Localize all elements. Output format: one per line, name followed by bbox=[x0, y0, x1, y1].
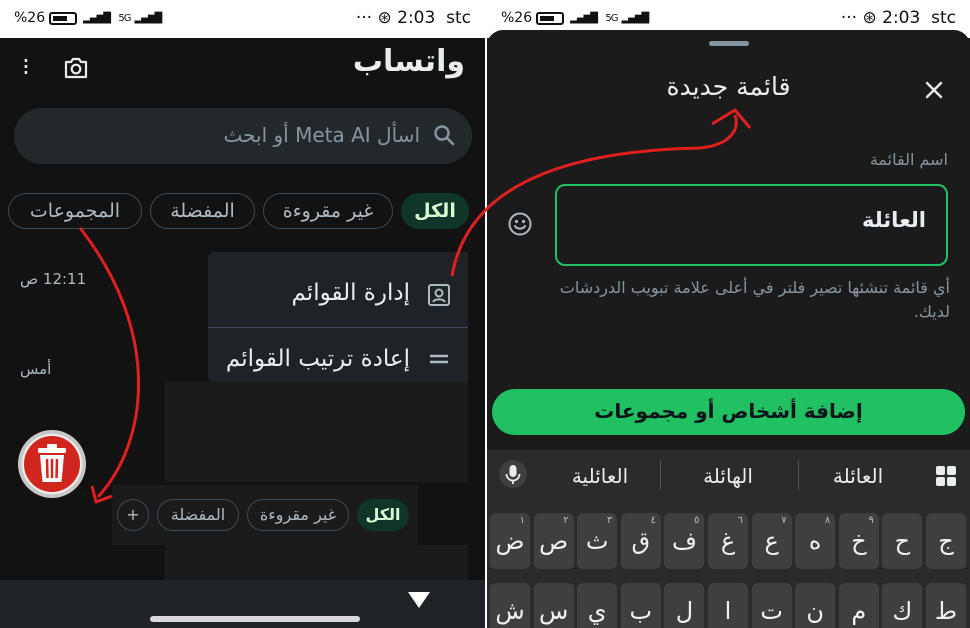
trash-icon bbox=[18, 430, 86, 498]
key[interactable]: ج bbox=[926, 513, 966, 569]
whatsapp-chats-screen: %26 ▂▄▆█ 5G ▂▄▆█ ··· ⊛ 2:03 stc · · · واتساب… bbox=[0, 0, 485, 628]
signal-icon-2: ▂▄▆█ bbox=[134, 12, 162, 24]
sheet-drag-handle[interactable] bbox=[709, 41, 749, 46]
status-left: %26 ▂▄▆█ 5G ▂▄▆█ bbox=[14, 10, 162, 26]
suggestion-divider bbox=[798, 460, 799, 490]
search-icon bbox=[434, 125, 455, 146]
key[interactable]: ع٧ bbox=[751, 513, 792, 569]
helper-text: أي قائمة تنشئها تصير فلتر في أعلى علامة … bbox=[559, 278, 950, 321]
key[interactable]: ص٢ bbox=[533, 513, 574, 569]
key-hint: ٥ bbox=[694, 515, 700, 526]
new-list-screen: %26 ▂▄▆█ 5G ▂▄▆█ ··· ⊛ 2:03 stc قائمة جديد… bbox=[487, 0, 970, 628]
key[interactable]: ق٤ bbox=[620, 513, 661, 569]
key-hint: ٢ bbox=[563, 515, 569, 526]
key[interactable]: م bbox=[838, 583, 879, 628]
key-hint: ١ bbox=[519, 515, 525, 526]
menu-item-reorder-lists[interactable]: إعادة ترتيب القوائم bbox=[208, 332, 468, 382]
menu-divider bbox=[208, 327, 468, 328]
status-right: ··· ⊛ 2:03 stc bbox=[355, 8, 471, 28]
suggestion-2[interactable]: الهائلة bbox=[673, 464, 783, 488]
drag-handle-icon bbox=[430, 354, 448, 364]
home-gesture-bar[interactable] bbox=[150, 616, 360, 622]
chat-time-yesterday: أمس bbox=[20, 360, 52, 378]
key-hint: ٦ bbox=[737, 515, 743, 526]
menu-item-label: إعادة ترتيب القوائم bbox=[225, 346, 410, 372]
key[interactable]: ك bbox=[882, 583, 923, 628]
battery-icon bbox=[49, 11, 78, 25]
signal-icon: ▂▄▆█ bbox=[570, 12, 598, 24]
contact-card-icon bbox=[428, 284, 450, 306]
key[interactable]: ت bbox=[751, 583, 792, 628]
key[interactable]: ن bbox=[795, 583, 836, 628]
menu-item-label: إدارة القوائم bbox=[291, 280, 410, 306]
nav-back-icon[interactable] bbox=[408, 592, 430, 608]
key-hint: ٩ bbox=[868, 515, 874, 526]
suggestion-3[interactable]: العائلية bbox=[545, 464, 655, 488]
key[interactable]: ل bbox=[664, 583, 705, 628]
key[interactable]: س bbox=[533, 583, 574, 628]
chip-groups[interactable]: المجموعات bbox=[8, 193, 142, 229]
more-options-icon[interactable]: · · · bbox=[20, 49, 32, 85]
key[interactable]: ف٥ bbox=[664, 513, 705, 569]
app-title: واتساب bbox=[352, 44, 465, 79]
chip-unread[interactable]: غير مقروءة bbox=[263, 193, 393, 229]
key[interactable]: ه٨ bbox=[795, 513, 836, 569]
lists-popup-menu: إدارة القوائم إعادة ترتيب القوائم bbox=[208, 252, 468, 382]
mini-chip-unread[interactable]: غير مقروءة bbox=[247, 499, 349, 531]
emoji-icon[interactable] bbox=[507, 211, 533, 237]
keyboard: العائلية الهائلة العائلة جحخ٩ه٨ع٧غ٦ف٥ق٤ث… bbox=[487, 450, 970, 628]
key-hint: ٣ bbox=[606, 515, 613, 526]
status-right: ··· ⊛ 2:03 stc bbox=[840, 8, 956, 28]
mini-chip-favorites[interactable]: المفضلة bbox=[157, 499, 239, 531]
status-bar: %26 ▂▄▆█ 5G ▂▄▆█ ··· ⊛ 2:03 stc bbox=[0, 0, 485, 38]
signal-icon-2: ▂▄▆█ bbox=[621, 12, 649, 24]
key[interactable]: ي bbox=[577, 583, 618, 628]
list-name-value: العائلة bbox=[861, 208, 926, 232]
key[interactable]: غ٦ bbox=[708, 513, 748, 569]
key[interactable]: ض١ bbox=[490, 513, 530, 569]
key[interactable]: ح bbox=[882, 513, 923, 569]
battery-icon bbox=[536, 11, 565, 25]
apps-grid-icon[interactable] bbox=[934, 464, 958, 488]
key[interactable]: ا bbox=[708, 583, 748, 628]
search-bar[interactable]: اسأل Meta AI أو ابحث bbox=[14, 108, 472, 164]
key-hint: ٧ bbox=[781, 515, 787, 526]
list-name-label: اسم القائمة bbox=[869, 150, 948, 169]
key-hint: ٨ bbox=[824, 515, 831, 526]
suggestion-1[interactable]: العائلة bbox=[803, 464, 913, 488]
suggestion-bar: العائلية الهائلة العائلة bbox=[487, 450, 970, 506]
key-hint: ٤ bbox=[650, 515, 656, 526]
add-people-or-groups-button[interactable]: إضافة أشخاص أو مجموعات bbox=[492, 389, 965, 435]
chat-list-area bbox=[165, 382, 468, 482]
sheet-title: قائمة جديدة bbox=[666, 72, 791, 101]
list-name-input[interactable]: العائلة bbox=[555, 184, 948, 266]
filter-chips-preview: الكل غير مقروءة المفضلة + bbox=[112, 485, 418, 545]
chip-all[interactable]: الكل bbox=[401, 193, 469, 229]
key[interactable]: ث٣ bbox=[577, 513, 618, 569]
key[interactable]: ش bbox=[490, 583, 530, 628]
system-nav-bar bbox=[0, 580, 485, 628]
menu-item-manage-lists[interactable]: إدارة القوائم bbox=[208, 262, 468, 326]
chat-list-area-bottom bbox=[165, 545, 468, 580]
microphone-icon[interactable] bbox=[499, 460, 527, 488]
chip-favorites[interactable]: المفضلة bbox=[150, 193, 255, 229]
mini-chip-all[interactable]: الكل bbox=[357, 499, 409, 531]
key[interactable]: ط bbox=[926, 583, 966, 628]
key[interactable]: ب bbox=[620, 583, 661, 628]
camera-icon[interactable] bbox=[63, 57, 89, 79]
signal-icon: ▂▄▆█ bbox=[83, 12, 111, 24]
chat-time: 12:11 ص bbox=[20, 270, 87, 288]
status-left: %26 ▂▄▆█ 5G ▂▄▆█ bbox=[501, 10, 649, 26]
suggestion-divider bbox=[660, 460, 661, 490]
search-placeholder: اسأل Meta AI أو ابحث bbox=[223, 123, 420, 147]
key[interactable]: خ٩ bbox=[838, 513, 879, 569]
add-list-button[interactable]: + bbox=[117, 499, 149, 531]
